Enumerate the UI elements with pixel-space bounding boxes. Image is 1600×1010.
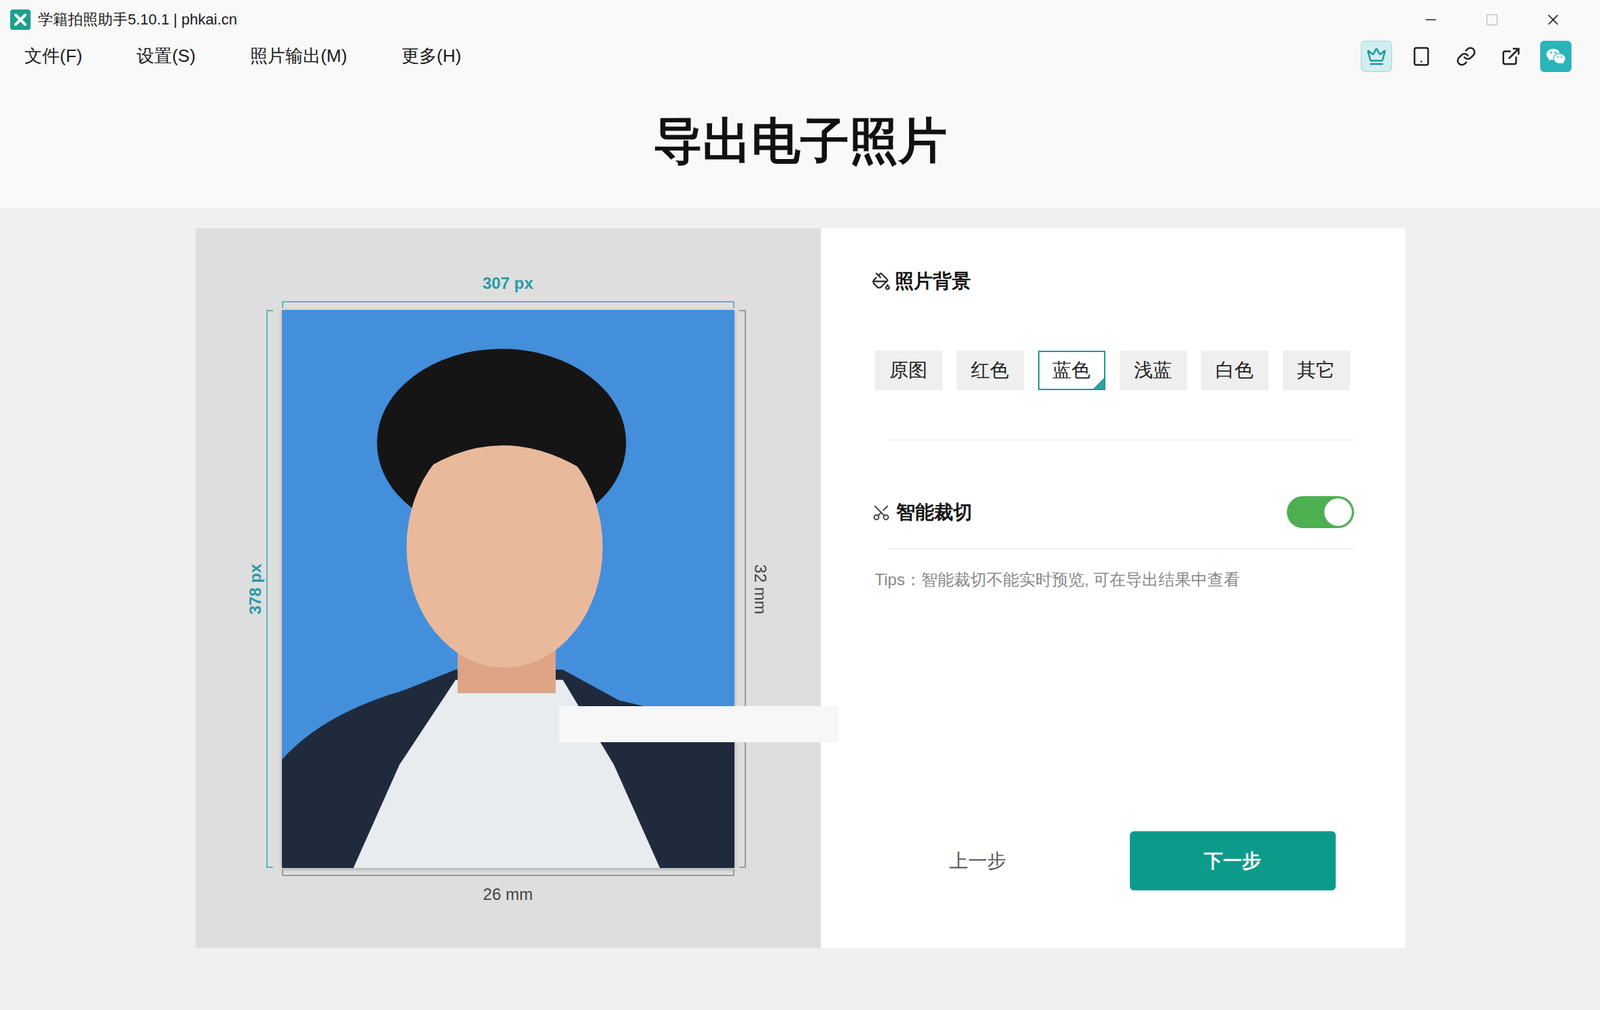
toolbar-icon	[1366, 46, 1387, 67]
toolbar-icon	[1500, 46, 1522, 67]
next-button[interactable]: 下一步	[1129, 830, 1336, 891]
settings-panel: 照片背景原图红色蓝色浅蓝白色其它智能裁切 Tips：智能裁切不能实时预览, 可在导…	[820, 228, 1406, 948]
minimize-icon	[1422, 11, 1439, 28]
preview-row: 378 px 32 mm	[245, 309, 771, 868]
export-card: 307 px 378 px 32 mm 26 mm 照片背景原图红色蓝色浅蓝白色其它智能…	[195, 228, 1406, 948]
wechat-icon	[1545, 46, 1567, 67]
top-dimension-line	[281, 300, 735, 308]
close-icon	[1544, 10, 1562, 29]
portrait-photo	[281, 309, 735, 868]
menu-item[interactable]: 更多(H)	[401, 42, 462, 70]
separator	[887, 439, 1355, 441]
width-mm-label: 26 mm	[483, 883, 533, 905]
title-bar: 学籍拍照助手5.10.1 | phkai.cn	[0, 0, 1600, 39]
popup-strip	[559, 705, 839, 742]
smart-crop-label: 智能裁切	[896, 498, 973, 527]
smart-crop-row: 智能裁切	[871, 495, 1355, 528]
menu-item[interactable]: 照片输出(M)	[250, 42, 348, 70]
paint-bucket-icon	[871, 271, 891, 291]
toolbar	[1360, 40, 1572, 73]
background-option[interactable]: 其它	[1282, 350, 1350, 390]
height-px-label: 378 px	[243, 563, 268, 615]
photo-preview	[281, 309, 735, 868]
background-option[interactable]: 白色	[1201, 350, 1269, 390]
right-dimension-line	[739, 309, 746, 868]
scissors-icon	[871, 502, 891, 522]
background-options: 原图红色蓝色浅蓝白色其它	[871, 350, 1355, 390]
toolbar-icon	[1411, 46, 1432, 67]
height-mm-label-box: 32 mm	[750, 309, 771, 868]
left-dimension-line	[266, 309, 274, 868]
toggle-knob	[1324, 498, 1353, 526]
background-option[interactable]: 浅蓝	[1119, 350, 1187, 390]
background-heading: 照片背景	[871, 267, 1355, 295]
app-logo-icon	[10, 9, 31, 30]
toolbar-button[interactable]	[1540, 40, 1572, 73]
menu-bar: 文件(F) 设置(S) 照片输出(M) 更多(H)	[0, 38, 1600, 74]
menu-item[interactable]: 设置(S)	[136, 42, 196, 70]
toolbar-button[interactable]	[1360, 40, 1393, 73]
minimize-button[interactable]	[1400, 0, 1462, 39]
smart-crop-toggle[interactable]	[1286, 495, 1355, 528]
background-option[interactable]: 红色	[956, 350, 1024, 390]
close-button[interactable]	[1522, 0, 1584, 39]
preview-panel: 307 px 378 px 32 mm 26 mm	[195, 228, 821, 948]
bottom-dimension-line	[281, 868, 735, 876]
toolbar-button[interactable]	[1495, 40, 1527, 73]
window-title: 学籍拍照助手5.10.1 | phkai.cn	[38, 8, 238, 31]
window-controls	[1400, 0, 1584, 39]
menu-item[interactable]: 文件(F)	[24, 42, 83, 70]
separator	[887, 548, 1355, 549]
logo-mark-icon	[13, 12, 28, 27]
maximize-icon	[1485, 12, 1499, 27]
page-header: 导出电子照片	[0, 73, 1600, 208]
page-body: 307 px 378 px 32 mm 26 mm 照片背景原图红色蓝色浅蓝白色其它智能…	[0, 207, 1600, 1010]
app-window: 学籍拍照助手5.10.1 | phkai.cn 文件(F) 设置(S) 照片输出(M)…	[0, 0, 1600, 1010]
toolbar-icon	[1455, 46, 1477, 67]
tips-text: Tips：智能裁切不能实时预览, 可在导出结果中查看	[871, 567, 1355, 592]
background-option[interactable]: 原图	[875, 350, 943, 390]
height-px-label-box: 378 px	[245, 309, 266, 868]
maximize-button[interactable]	[1461, 0, 1523, 39]
prev-button[interactable]: 上一步	[909, 830, 1046, 891]
page-title: 导出电子照片	[653, 116, 948, 166]
width-px-label: 307 px	[482, 273, 534, 294]
toolbar-button[interactable]	[1450, 40, 1482, 73]
nav-buttons: 上一步 下一步	[871, 830, 1355, 891]
height-mm-label: 32 mm	[748, 563, 773, 614]
toolbar-button[interactable]	[1405, 40, 1437, 73]
selected-corner-mark	[1093, 377, 1105, 389]
background-option[interactable]: 蓝色	[1038, 350, 1106, 390]
